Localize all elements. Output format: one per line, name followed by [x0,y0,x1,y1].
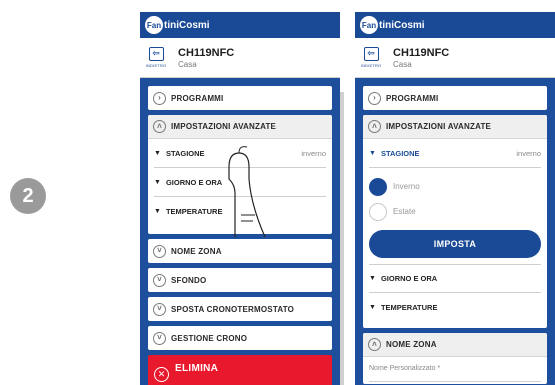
advanced-settings-label: IMPOSTAZIONI AVANZATE [171,122,277,131]
move-thermostat-label: SPOSTA CRONOTERMOSTATO [171,304,295,314]
background-card[interactable]: ˅ SFONDO [148,268,332,292]
chevron-up-icon: ˄ [153,120,166,133]
delete-label: ELIMINA [175,363,219,374]
custom-name-input[interactable] [369,374,541,382]
temperatures-row[interactable]: ▼ TEMPERATURE [154,197,326,226]
chevron-down-icon: ˅ [153,244,166,258]
date-time-row[interactable]: ▼ GIORNO E ORA [369,264,541,293]
radio-unselected[interactable] [369,202,387,221]
close-icon: ✕ [154,367,169,382]
season-row[interactable]: ▼ STAGIONE inverno [369,139,541,168]
date-time-label: GIORNO E ORA [165,177,223,187]
chevron-right-icon: › [153,91,166,105]
app-header: Fan tiniCosmi [355,12,555,38]
brand-name: tiniCosmi [379,19,425,31]
season-label: STAGIONE [165,148,205,158]
programs-label: PROGRAMMI [171,93,224,103]
device-name: CH119NFC [393,46,450,59]
app-header: Fan tiniCosmi [140,12,340,38]
zone-name-card[interactable]: ˄ NOME ZONA Nome Personalizzato * [363,333,547,384]
advanced-settings-label: IMPOSTAZIONI AVANZATE [386,122,492,131]
phone-screen-left: Fan tiniCosmi ⇦ INDIETRO CH119NFC Casa ›… [140,12,340,385]
programs-card[interactable]: › PROGRAMMI [363,86,547,110]
date-time-label: GIORNO E ORA [380,274,438,283]
chevron-down-icon: ▼ [154,208,161,215]
chevron-down-icon: ˅ [153,302,166,316]
custom-name-label: Nome Personalizzato * [369,365,441,372]
temperatures-label: TEMPERATURE [165,207,223,216]
season-value: inverno [516,148,541,158]
chevron-down-icon: ▼ [369,304,376,311]
radio-selected[interactable] [369,177,387,196]
brand-logo: Fan tiniCosmi [360,16,425,34]
season-value: inverno [301,148,326,158]
logo-mark: Fan [145,16,163,34]
brand-name: tiniCosmi [164,19,210,31]
schedule-management-card[interactable]: ˅ GESTIONE CRONO [148,326,332,350]
back-label: INDIETRO [145,63,167,68]
chevron-down-icon: ▼ [369,275,376,282]
winter-radio-option[interactable]: Inverno [369,174,541,199]
brand-logo: Fan tiniCosmi [145,16,210,34]
temperatures-label: TEMPERATURE [380,303,438,312]
programs-label: PROGRAMMI [386,93,439,103]
device-bar: ⇦ INDIETRO CH119NFC Casa [140,38,340,78]
schedule-management-label: GESTIONE CRONO [171,333,248,343]
chevron-up-icon: ˄ [368,338,381,351]
chevron-down-icon: ▼ [154,149,161,157]
zone-name-label: NOME ZONA [171,246,222,256]
summer-label: Estate [393,207,416,216]
chevron-down-icon: ˅ [153,273,166,287]
back-arrow-icon: ⇦ [148,47,164,61]
back-button[interactable]: ⇦ INDIETRO [355,47,387,68]
season-row[interactable]: ▼ STAGIONE inverno [154,139,326,168]
back-arrow-icon: ⇦ [363,47,379,61]
advanced-settings-card[interactable]: ˄ IMPOSTAZIONI AVANZATE ▼ STAGIONE invern… [363,115,547,328]
move-thermostat-card[interactable]: ˅ SPOSTA CRONOTERMOSTATO [148,297,332,321]
chevron-down-icon: ▼ [154,178,161,186]
logo-mark: Fan [360,16,378,34]
phone-screen-right: Fan tiniCosmi ⇦ INDIETRO CH119NFC Casa ›… [355,12,555,385]
background-label: SFONDO [171,275,207,285]
device-name: CH119NFC [178,46,235,59]
advanced-settings-card[interactable]: ˄ IMPOSTAZIONI AVANZATE ▼ STAGIONE invern… [148,115,332,234]
chevron-down-icon: ˅ [153,331,166,345]
temperatures-row[interactable]: ▼ TEMPERATURE [369,293,541,322]
zone-name-label: NOME ZONA [386,340,437,349]
programs-card[interactable]: › PROGRAMMI [148,86,332,110]
device-bar: ⇦ INDIETRO CH119NFC Casa [355,38,555,78]
chevron-down-icon: ▼ [369,149,376,157]
device-location: Casa [178,59,197,69]
step-number-badge: 2 [10,178,46,214]
winter-label: Inverno [393,182,420,191]
date-time-row[interactable]: ▼ GIORNO E ORA [154,168,326,197]
back-button[interactable]: ⇦ INDIETRO [140,47,172,68]
chevron-up-icon: ˄ [368,120,381,133]
delete-button[interactable]: ✕ ELIMINA [148,355,332,385]
chevron-right-icon: › [368,91,381,105]
device-location: Casa [393,59,412,69]
zone-name-card[interactable]: ˅ NOME ZONA [148,239,332,263]
back-label: INDIETRO [360,63,382,68]
set-button[interactable]: IMPOSTA [369,230,541,258]
summer-radio-option[interactable]: Estate [369,199,541,224]
scrollbar[interactable] [340,92,344,385]
season-label: STAGIONE [380,148,420,158]
